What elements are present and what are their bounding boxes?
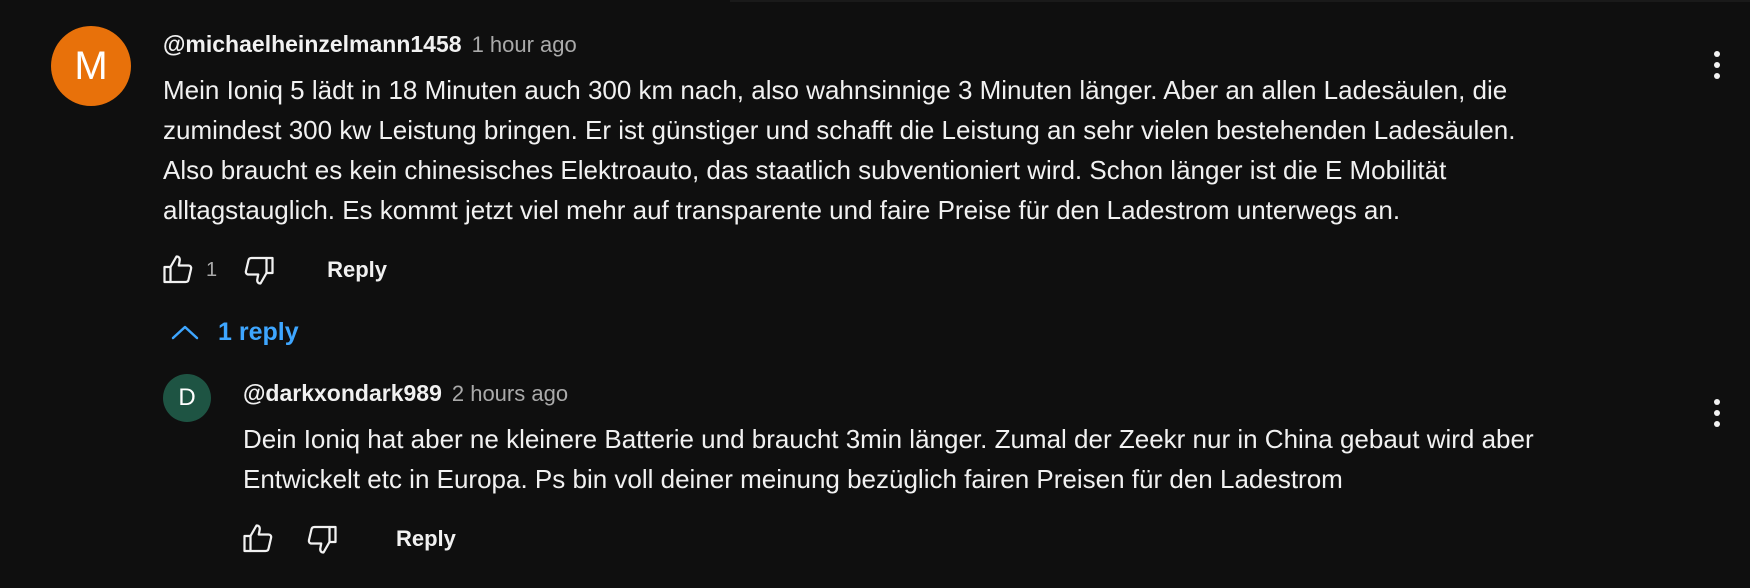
comment-time[interactable]: 1 hour ago <box>472 32 577 58</box>
comment-header: @michaelheinzelmann1458 1 hour ago <box>163 31 577 58</box>
more-actions-button[interactable] <box>1707 45 1727 85</box>
comment-text-line: zumindest 300 kw Leistung bringen. Er is… <box>163 115 1516 145</box>
avatar[interactable]: M <box>51 26 131 106</box>
thumbs-down-icon <box>244 256 274 285</box>
replies-count: 1 reply <box>218 318 299 346</box>
dislike-button[interactable] <box>239 250 279 290</box>
reply-button[interactable]: Reply <box>327 257 387 283</box>
comment-author[interactable]: @michaelheinzelmann1458 <box>163 31 462 58</box>
comment-author[interactable]: @darkxondark989 <box>243 380 442 407</box>
thumbs-up-icon <box>163 255 193 284</box>
chevron-up-icon <box>171 325 199 339</box>
comment-text-line: Mein Ioniq 5 lädt in 18 Minuten auch 300… <box>163 75 1508 105</box>
thumbs-up-icon <box>243 524 273 553</box>
comment-actions: 1 Reply <box>158 250 387 290</box>
comment-header: @darkxondark989 2 hours ago <box>243 380 568 407</box>
replies-toggle-button[interactable]: 1 reply <box>170 318 299 347</box>
comment-text-line: Entwickelt etc in Europa. Ps bin voll de… <box>243 464 1343 494</box>
comment-text: Dein Ioniq hat aber ne kleinere Batterie… <box>243 419 1534 499</box>
thumbs-down-icon <box>307 525 337 554</box>
more-actions-button[interactable] <box>1707 393 1727 433</box>
comment-text-line: alltagstauglich. Es kommt jetzt viel meh… <box>163 195 1401 225</box>
more-vertical-icon <box>1714 51 1720 57</box>
like-button[interactable] <box>238 519 278 559</box>
reply-button[interactable]: Reply <box>396 526 456 552</box>
more-vertical-icon <box>1714 62 1720 68</box>
avatar[interactable]: D <box>163 374 211 422</box>
dislike-button[interactable] <box>302 519 342 559</box>
more-vertical-icon <box>1714 421 1720 427</box>
comment-text-line: Also braucht es kein chinesisches Elektr… <box>163 155 1447 185</box>
top-divider <box>730 0 1750 2</box>
comment-actions: Reply <box>238 519 456 559</box>
more-vertical-icon <box>1714 73 1720 79</box>
more-vertical-icon <box>1714 410 1720 416</box>
comment-time[interactable]: 2 hours ago <box>452 381 568 407</box>
comment-text: Mein Ioniq 5 lädt in 18 Minuten auch 300… <box>163 70 1515 230</box>
like-count: 1 <box>206 258 218 281</box>
like-button[interactable] <box>158 250 198 290</box>
more-vertical-icon <box>1714 399 1720 405</box>
comment-text-line: Dein Ioniq hat aber ne kleinere Batterie… <box>243 424 1534 454</box>
